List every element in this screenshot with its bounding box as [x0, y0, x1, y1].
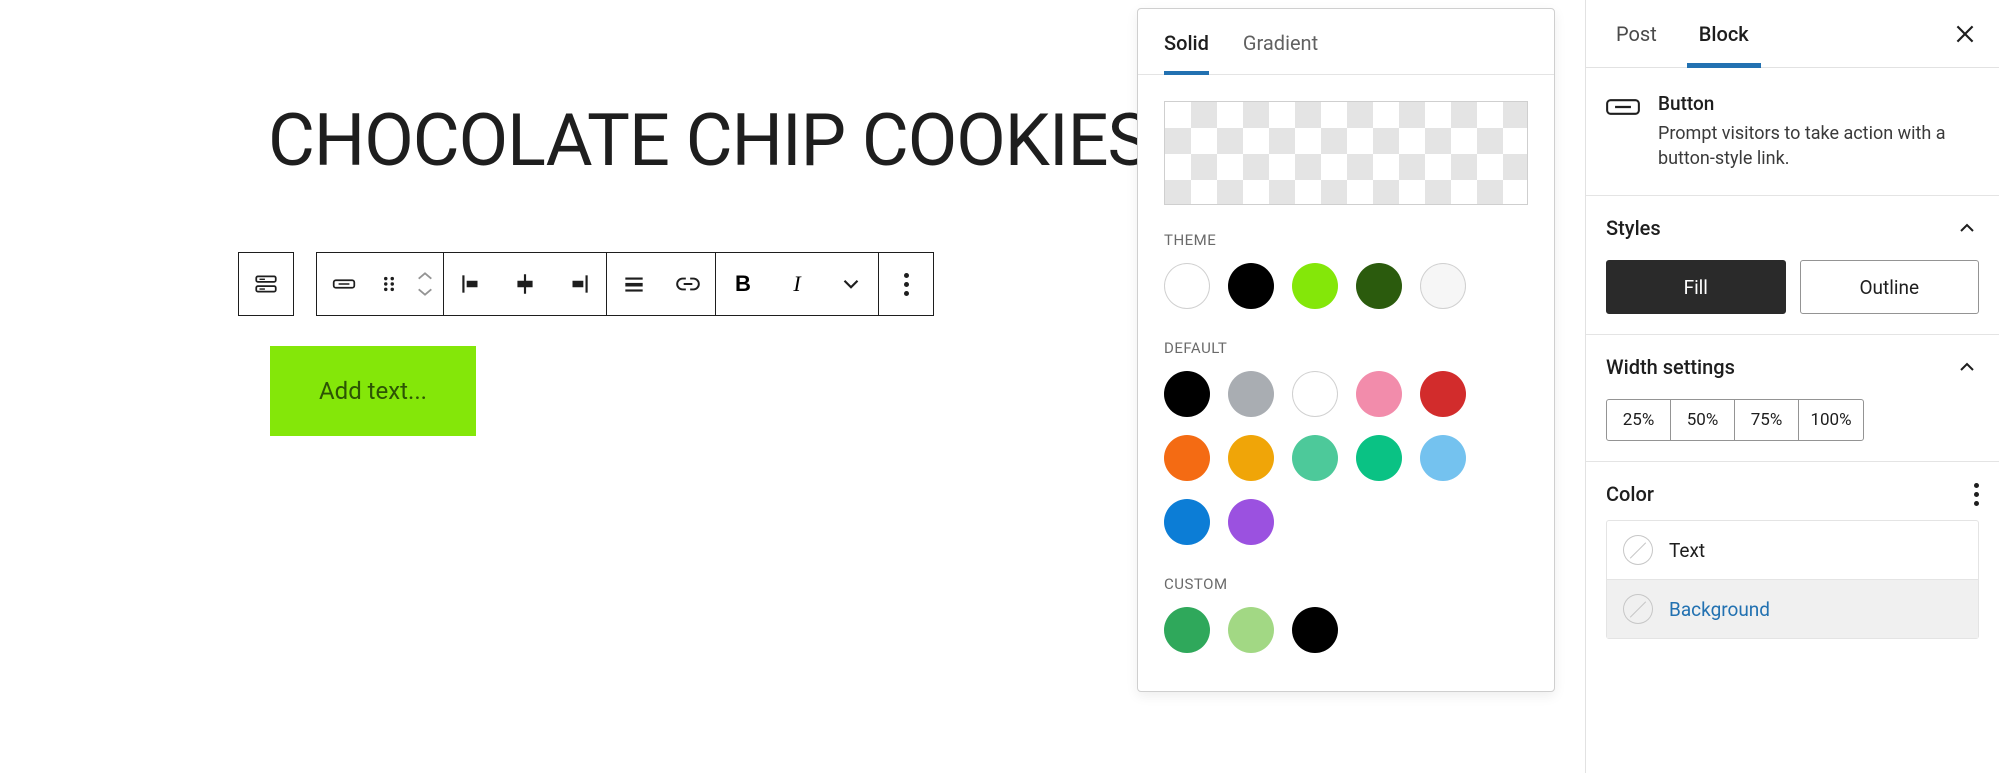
- color-title: Color: [1606, 482, 1654, 506]
- custom-palette: CUSTOM: [1138, 565, 1554, 673]
- post-title[interactable]: CHOCOLATE CHIP COOKIES: [268, 100, 1149, 183]
- color-rows: Text Background: [1606, 520, 1979, 639]
- align-left-icon: [458, 271, 484, 297]
- color-swatch-theme-3[interactable]: [1356, 263, 1402, 309]
- kebab-icon: [904, 273, 909, 296]
- tab-post[interactable]: Post: [1604, 0, 1669, 68]
- color-swatch-default-0[interactable]: [1164, 371, 1210, 417]
- color-swatch-theme-0[interactable]: [1164, 263, 1210, 309]
- styles-section-header[interactable]: Styles: [1606, 216, 1979, 240]
- color-swatch-default-1[interactable]: [1228, 371, 1274, 417]
- button-icon: [1606, 94, 1640, 120]
- width-option-75[interactable]: 75%: [1735, 400, 1799, 440]
- text-align-button[interactable]: [607, 253, 661, 315]
- color-swatch-default-11[interactable]: [1228, 499, 1274, 545]
- close-sidebar-button[interactable]: [1949, 18, 1981, 50]
- color-swatch-theme-2[interactable]: [1292, 263, 1338, 309]
- color-picker-popover: Solid Gradient THEME DEFAULT CUSTOM: [1137, 8, 1555, 692]
- block-card-title: Button: [1658, 92, 1979, 115]
- color-section: Color Text Background: [1586, 462, 1999, 659]
- more-options-button[interactable]: [879, 253, 933, 315]
- text-color-swatch: [1623, 535, 1653, 565]
- color-swatch-theme-4[interactable]: [1420, 263, 1466, 309]
- color-row-text[interactable]: Text: [1607, 521, 1978, 579]
- tab-block[interactable]: Block: [1687, 0, 1761, 68]
- width-section: Width settings 25%50%75%100%: [1586, 335, 1999, 462]
- color-row-background[interactable]: Background: [1607, 579, 1978, 638]
- style-fill-button[interactable]: Fill: [1606, 260, 1786, 314]
- chevron-up-icon: [1955, 216, 1979, 240]
- button-block-placeholder: Add text...: [319, 377, 427, 405]
- background-color-swatch: [1623, 594, 1653, 624]
- close-icon: [1952, 21, 1978, 47]
- color-swatch-default-5[interactable]: [1164, 435, 1210, 481]
- width-option-50[interactable]: 50%: [1671, 400, 1735, 440]
- color-swatch-default-10[interactable]: [1164, 499, 1210, 545]
- link-icon: [675, 271, 701, 297]
- block-toolbar: B I: [238, 252, 934, 316]
- block-type-button[interactable]: [317, 253, 371, 315]
- default-palette-label: DEFAULT: [1164, 339, 1528, 357]
- width-title: Width settings: [1606, 355, 1735, 379]
- text-color-label: Text: [1669, 539, 1705, 562]
- block-card: Button Prompt visitors to take action wi…: [1586, 68, 1999, 196]
- move-up-down[interactable]: [407, 253, 443, 315]
- italic-button[interactable]: I: [770, 253, 824, 315]
- width-section-header[interactable]: Width settings: [1606, 355, 1979, 379]
- width-option-100[interactable]: 100%: [1799, 400, 1863, 440]
- styles-section: Styles Fill Outline: [1586, 196, 1999, 335]
- theme-palette-label: THEME: [1164, 231, 1528, 249]
- color-section-header[interactable]: Color: [1606, 482, 1979, 506]
- chevron-up-icon: [416, 270, 434, 282]
- background-color-label: Background: [1669, 598, 1770, 621]
- styles-title: Styles: [1606, 216, 1661, 240]
- color-swatch-default-4[interactable]: [1420, 371, 1466, 417]
- default-palette: DEFAULT: [1138, 329, 1554, 565]
- color-swatch-default-8[interactable]: [1356, 435, 1402, 481]
- align-right-icon: [566, 271, 592, 297]
- color-swatch-default-9[interactable]: [1420, 435, 1466, 481]
- drag-handle[interactable]: [371, 253, 407, 315]
- block-card-description: Prompt visitors to take action with a bu…: [1658, 121, 1979, 171]
- settings-sidebar: Post Block Button Prompt visitors to tak…: [1585, 0, 1999, 773]
- color-swatch-custom-1[interactable]: [1228, 607, 1274, 653]
- style-outline-button[interactable]: Outline: [1800, 260, 1980, 314]
- tab-solid[interactable]: Solid: [1164, 31, 1209, 75]
- chevron-down-icon: [838, 271, 864, 297]
- color-swatch-theme-1[interactable]: [1228, 263, 1274, 309]
- button-icon: [331, 271, 357, 297]
- sidebar-tabs: Post Block: [1586, 0, 1999, 68]
- width-button-group: 25%50%75%100%: [1606, 399, 1864, 441]
- theme-palette: THEME: [1138, 221, 1554, 329]
- color-swatch-default-3[interactable]: [1356, 371, 1402, 417]
- more-rich-text-button[interactable]: [824, 253, 878, 315]
- chevron-up-icon: [1955, 355, 1979, 379]
- width-option-25[interactable]: 25%: [1607, 400, 1671, 440]
- color-swatch-custom-2[interactable]: [1292, 607, 1338, 653]
- align-center-icon: [512, 271, 538, 297]
- color-popover-tabs: Solid Gradient: [1138, 9, 1554, 75]
- button-block[interactable]: Add text...: [270, 346, 476, 436]
- align-left-button[interactable]: [444, 253, 498, 315]
- color-swatch-default-7[interactable]: [1292, 435, 1338, 481]
- kebab-icon[interactable]: [1974, 483, 1979, 506]
- tab-gradient[interactable]: Gradient: [1243, 31, 1318, 75]
- drag-icon: [376, 271, 402, 297]
- color-swatch-custom-0[interactable]: [1164, 607, 1210, 653]
- align-center-button[interactable]: [498, 253, 552, 315]
- buttons-icon: [253, 271, 279, 297]
- chevron-down-icon: [416, 286, 434, 298]
- align-right-button[interactable]: [552, 253, 606, 315]
- link-button[interactable]: [661, 253, 715, 315]
- style-variations: Fill Outline: [1606, 260, 1979, 314]
- parent-block-button[interactable]: [239, 253, 293, 315]
- color-swatch-default-6[interactable]: [1228, 435, 1274, 481]
- bold-button[interactable]: B: [716, 253, 770, 315]
- color-swatch-default-2[interactable]: [1292, 371, 1338, 417]
- custom-palette-label: CUSTOM: [1164, 575, 1528, 593]
- text-align-icon: [621, 271, 647, 297]
- current-color-preview[interactable]: [1164, 101, 1528, 205]
